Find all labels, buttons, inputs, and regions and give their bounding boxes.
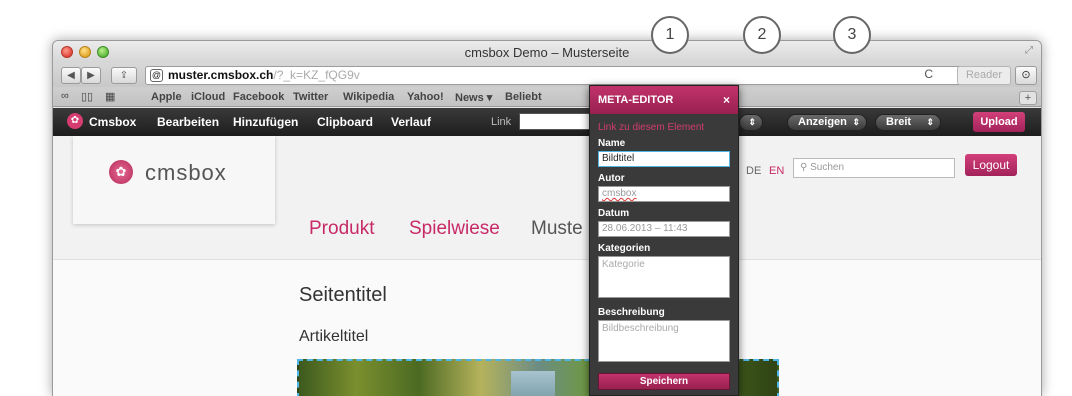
search-input[interactable]: ⚲ Suchen: [793, 158, 955, 178]
address-bar[interactable]: @ muster.cmsbox.ch/?_k=KZ_fQG9v: [145, 66, 1005, 85]
anzeigen-select[interactable]: Anzeigen ⇕: [787, 114, 867, 131]
name-field[interactable]: Bildtitel: [598, 151, 730, 167]
bookmark-news[interactable]: News ▾: [455, 91, 492, 104]
date-label: Datum: [598, 208, 630, 219]
lang-de[interactable]: DE: [746, 165, 761, 177]
callout-1: 1: [651, 16, 689, 54]
top-sites-icon[interactable]: ▦: [105, 90, 115, 103]
date-field[interactable]: 28.06.2013 – 11:43: [598, 221, 730, 237]
description-label: Beschreibung: [598, 307, 665, 318]
categories-label: Kategorien: [598, 243, 651, 254]
share-button[interactable]: ⇪: [111, 67, 137, 84]
bookmark-twitter[interactable]: Twitter: [293, 91, 328, 103]
meta-editor-title: META-EDITOR: [590, 86, 738, 114]
reload-icon[interactable]: C: [924, 67, 933, 81]
cms-bearbeiten[interactable]: Bearbeiten: [157, 115, 219, 129]
image-road: [511, 371, 555, 396]
logout-button[interactable]: Logout: [965, 154, 1017, 176]
article-title[interactable]: Artikeltitel: [299, 328, 368, 346]
cms-hinzufuegen[interactable]: Hinzufügen: [233, 115, 298, 129]
bookmark-beliebt[interactable]: Beliebt: [505, 91, 542, 103]
cms-select-hidden[interactable]: ⇕: [739, 114, 763, 131]
window-title: cmsbox Demo – Musterseite: [464, 45, 630, 60]
browser-window: cmsbox Demo – Musterseite ⤢ ◀ ▶ ⇪ @ must…: [52, 40, 1042, 396]
nav-produkt[interactable]: Produkt: [309, 218, 374, 240]
url-path: /?_k=KZ_fQG9v: [273, 68, 360, 82]
bookmark-wikipedia[interactable]: Wikipedia: [343, 91, 394, 103]
logo-text: cmsbox: [145, 160, 227, 185]
site-logo[interactable]: ✿ cmsbox: [73, 136, 275, 224]
element-link[interactable]: Link zu diesem Element: [598, 122, 704, 133]
reading-list-icon[interactable]: ∞: [61, 90, 69, 102]
bookmark-icloud[interactable]: iCloud: [191, 91, 225, 103]
browser-toolbar: ◀ ▶ ⇪ @ muster.cmsbox.ch/?_k=KZ_fQG9v C …: [53, 63, 1041, 87]
bookmarks-icon[interactable]: ▯▯: [81, 90, 93, 103]
name-label: Name: [598, 138, 626, 149]
categories-field[interactable]: Kategorie: [598, 256, 730, 298]
meta-editor-panel: META-EDITOR × Link zu diesem Element Nam…: [589, 85, 739, 396]
link-input[interactable]: [519, 113, 599, 130]
url-host: muster.cmsbox.ch: [168, 68, 274, 82]
bookmark-apple[interactable]: Apple: [151, 91, 182, 103]
author-label: Autor: [598, 173, 625, 184]
upload-button[interactable]: Upload: [973, 112, 1025, 132]
author-field[interactable]: cmsbox: [598, 186, 730, 202]
bookmark-yahoo[interactable]: Yahoo!: [407, 91, 444, 103]
title-bar: cmsbox Demo – Musterseite ⤢: [53, 41, 1041, 63]
callout-2: 2: [743, 16, 781, 54]
nav-spielwiese[interactable]: Spielwiese: [409, 218, 500, 240]
breit-select[interactable]: Breit ⇕: [875, 114, 941, 131]
callout-3: 3: [833, 16, 871, 54]
fullscreen-icon[interactable]: ⤢: [1025, 45, 1033, 56]
cms-verlauf[interactable]: Verlauf: [391, 115, 431, 129]
search-placeholder: Suchen: [810, 162, 845, 173]
forward-button[interactable]: ▶: [81, 67, 101, 84]
search-icon: ⚲: [800, 162, 811, 173]
new-tab-button[interactable]: +: [1019, 91, 1037, 105]
downloads-button[interactable]: ⊙: [1015, 66, 1037, 85]
bookmark-facebook[interactable]: Facebook: [233, 91, 284, 103]
close-icon[interactable]: ×: [723, 86, 730, 114]
cmsbox-logo-icon: ✿: [67, 113, 83, 129]
site-icon: @: [150, 69, 163, 82]
lang-en[interactable]: EN: [769, 165, 784, 177]
cms-toolbar: ✿ Cmsbox Bearbeiten Hinzufügen Clipboard…: [53, 108, 1041, 136]
nav-musterseite[interactable]: Muste: [531, 218, 583, 240]
link-label: Link: [491, 116, 512, 128]
cms-brand[interactable]: Cmsbox: [89, 115, 136, 129]
reader-button[interactable]: Reader: [957, 66, 1011, 85]
back-button[interactable]: ◀: [61, 67, 81, 84]
description-field[interactable]: Bildbeschreibung: [598, 320, 730, 362]
page-title[interactable]: Seitentitel: [299, 284, 387, 307]
bookmarks-bar: ∞ ▯▯ ▦ Apple iCloud Facebook Twitter Wik…: [53, 87, 1041, 107]
cms-clipboard[interactable]: Clipboard: [317, 115, 373, 129]
cmsbox-logo-icon: ✿: [109, 160, 133, 184]
save-button[interactable]: Speichern: [598, 373, 730, 390]
